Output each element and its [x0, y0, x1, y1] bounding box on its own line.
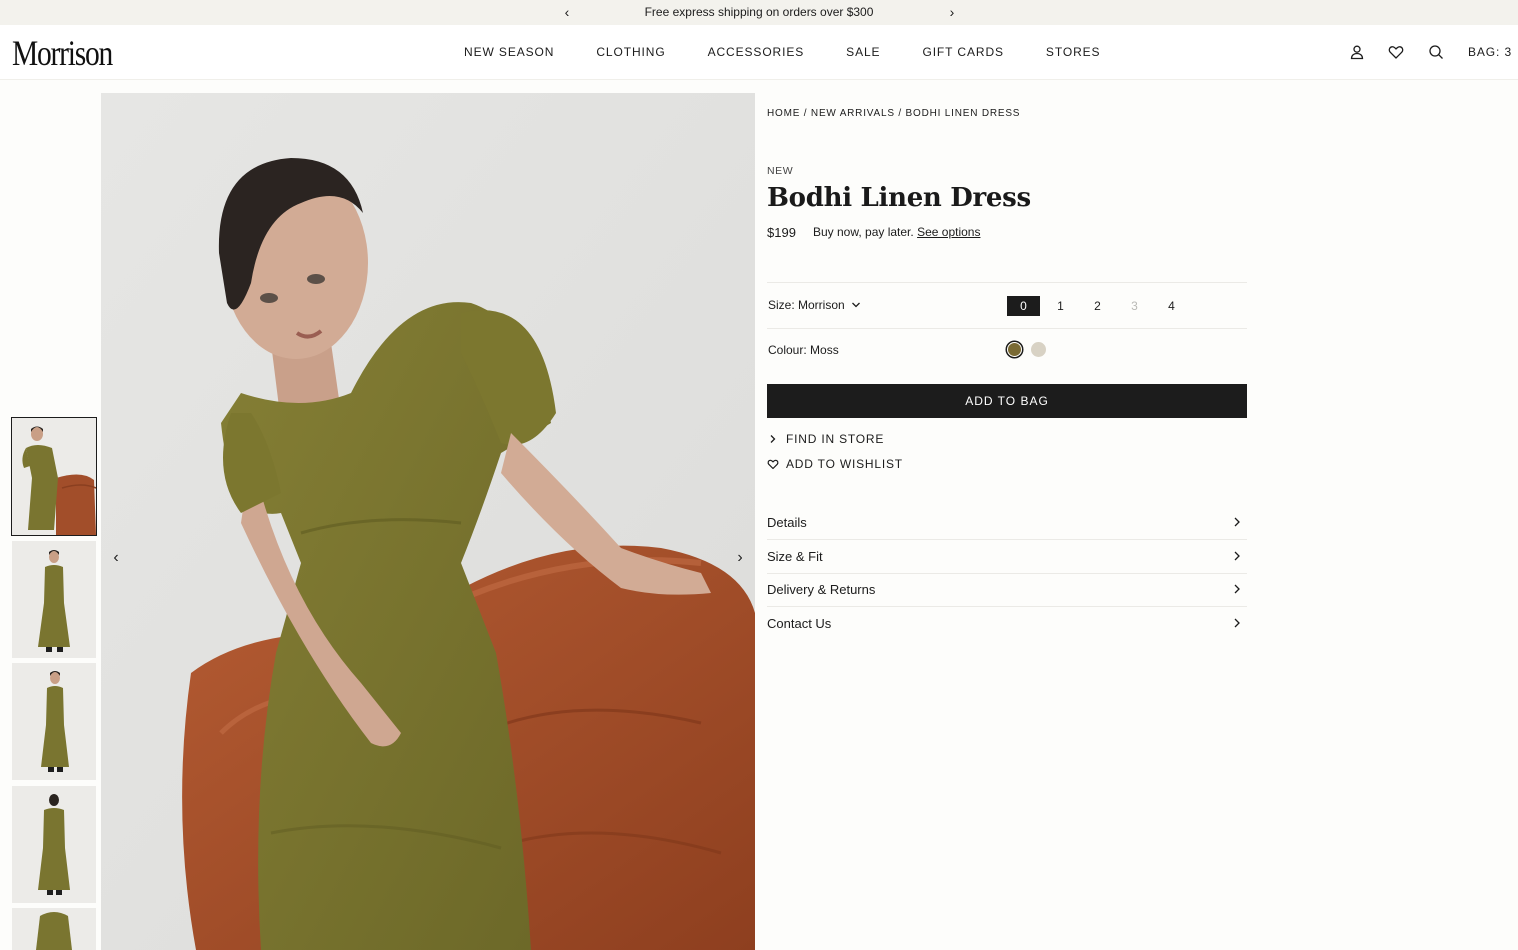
nav-stores[interactable]: STORES	[1046, 45, 1101, 59]
announcement-next-icon[interactable]: ›	[945, 4, 959, 20]
colour-swatch-oat[interactable]	[1031, 342, 1046, 357]
find-in-store-label: FIND IN STORE	[786, 432, 885, 446]
size-label: Size: Morrison	[768, 298, 845, 312]
breadcrumb[interactable]: HOME / NEW ARRIVALS / BODHI LINEN DRESS	[767, 108, 1020, 119]
brand-logo[interactable]: Morrison	[12, 33, 113, 73]
colour-swatch-moss[interactable]	[1007, 342, 1022, 357]
account-icon[interactable]	[1349, 44, 1365, 60]
announcement-text: Free express shipping on orders over $30…	[644, 5, 874, 19]
chevron-down-icon	[851, 302, 860, 308]
site-header: Morrison NEW SEASON CLOTHING ACCESSORIES…	[0, 25, 1518, 80]
heart-icon	[767, 459, 779, 470]
thumbnail-3[interactable]	[12, 663, 96, 780]
bnpl-text: Buy now, pay later.	[813, 225, 914, 239]
chevron-right-icon	[770, 435, 776, 443]
product-price: $199	[767, 225, 796, 240]
size-guide-selector[interactable]: Size: Morrison	[768, 298, 861, 312]
chevron-right-icon	[1234, 584, 1240, 594]
bag-link[interactable]: BAG: 3	[1468, 45, 1512, 59]
accordion-delivery-returns-label: Delivery & Returns	[767, 582, 876, 597]
accordion-size-fit-label: Size & Fit	[767, 549, 823, 564]
size-option-0[interactable]: 0	[1007, 296, 1040, 316]
nav-accessories[interactable]: ACCESSORIES	[708, 45, 805, 59]
divider	[767, 282, 1247, 283]
accordion-contact-us[interactable]: Contact Us	[767, 608, 1247, 641]
divider	[767, 328, 1247, 329]
main-nav: NEW SEASON CLOTHING ACCESSORIES SALE GIF…	[464, 45, 1142, 59]
accordion-delivery-returns[interactable]: Delivery & Returns	[767, 574, 1247, 607]
accordion-details[interactable]: Details	[767, 507, 1247, 540]
thumbnail-1[interactable]	[11, 417, 97, 536]
wishlist-heart-icon[interactable]	[1388, 44, 1404, 60]
thumbnail-4[interactable]	[12, 786, 96, 903]
accordion-contact-us-label: Contact Us	[767, 616, 832, 631]
thumbnail-2[interactable]	[12, 541, 96, 658]
accordion-size-fit[interactable]: Size & Fit	[767, 541, 1247, 574]
colour-label: Colour: Moss	[768, 343, 839, 357]
chevron-right-icon	[1234, 618, 1240, 628]
chevron-right-icon	[1234, 551, 1240, 561]
nav-gift-cards[interactable]: GIFT CARDS	[922, 45, 1003, 59]
announcement-bar: ‹ Free express shipping on orders over $…	[0, 0, 1518, 25]
chevron-right-icon	[1234, 517, 1240, 527]
search-icon[interactable]	[1428, 44, 1444, 60]
find-in-store-link[interactable]: FIND IN STORE	[767, 432, 884, 446]
size-option-2[interactable]: 2	[1081, 296, 1114, 316]
nav-sale[interactable]: SALE	[846, 45, 880, 59]
size-option-4[interactable]: 4	[1155, 296, 1188, 316]
size-option-3[interactable]: 3	[1118, 296, 1151, 316]
add-to-bag-button[interactable]: ADD TO BAG	[767, 384, 1247, 418]
product-title: Bodhi Linen Dress	[767, 183, 1031, 213]
gallery-next-icon[interactable]: ›	[733, 548, 747, 568]
add-to-wishlist-label: ADD TO WISHLIST	[786, 457, 903, 471]
nav-new-season[interactable]: NEW SEASON	[464, 45, 554, 59]
gallery-prev-icon[interactable]: ‹	[109, 548, 123, 568]
nav-clothing[interactable]: CLOTHING	[596, 45, 665, 59]
add-to-wishlist-link[interactable]: ADD TO WISHLIST	[767, 457, 903, 471]
thumbnail-5[interactable]	[12, 908, 96, 950]
product-main-image	[101, 93, 755, 950]
accordion-details-label: Details	[767, 515, 807, 530]
see-options-link[interactable]: See options	[917, 225, 980, 239]
new-badge: NEW	[767, 165, 794, 177]
bnpl-message: Buy now, pay later. See options	[813, 225, 980, 239]
size-option-1[interactable]: 1	[1044, 296, 1077, 316]
